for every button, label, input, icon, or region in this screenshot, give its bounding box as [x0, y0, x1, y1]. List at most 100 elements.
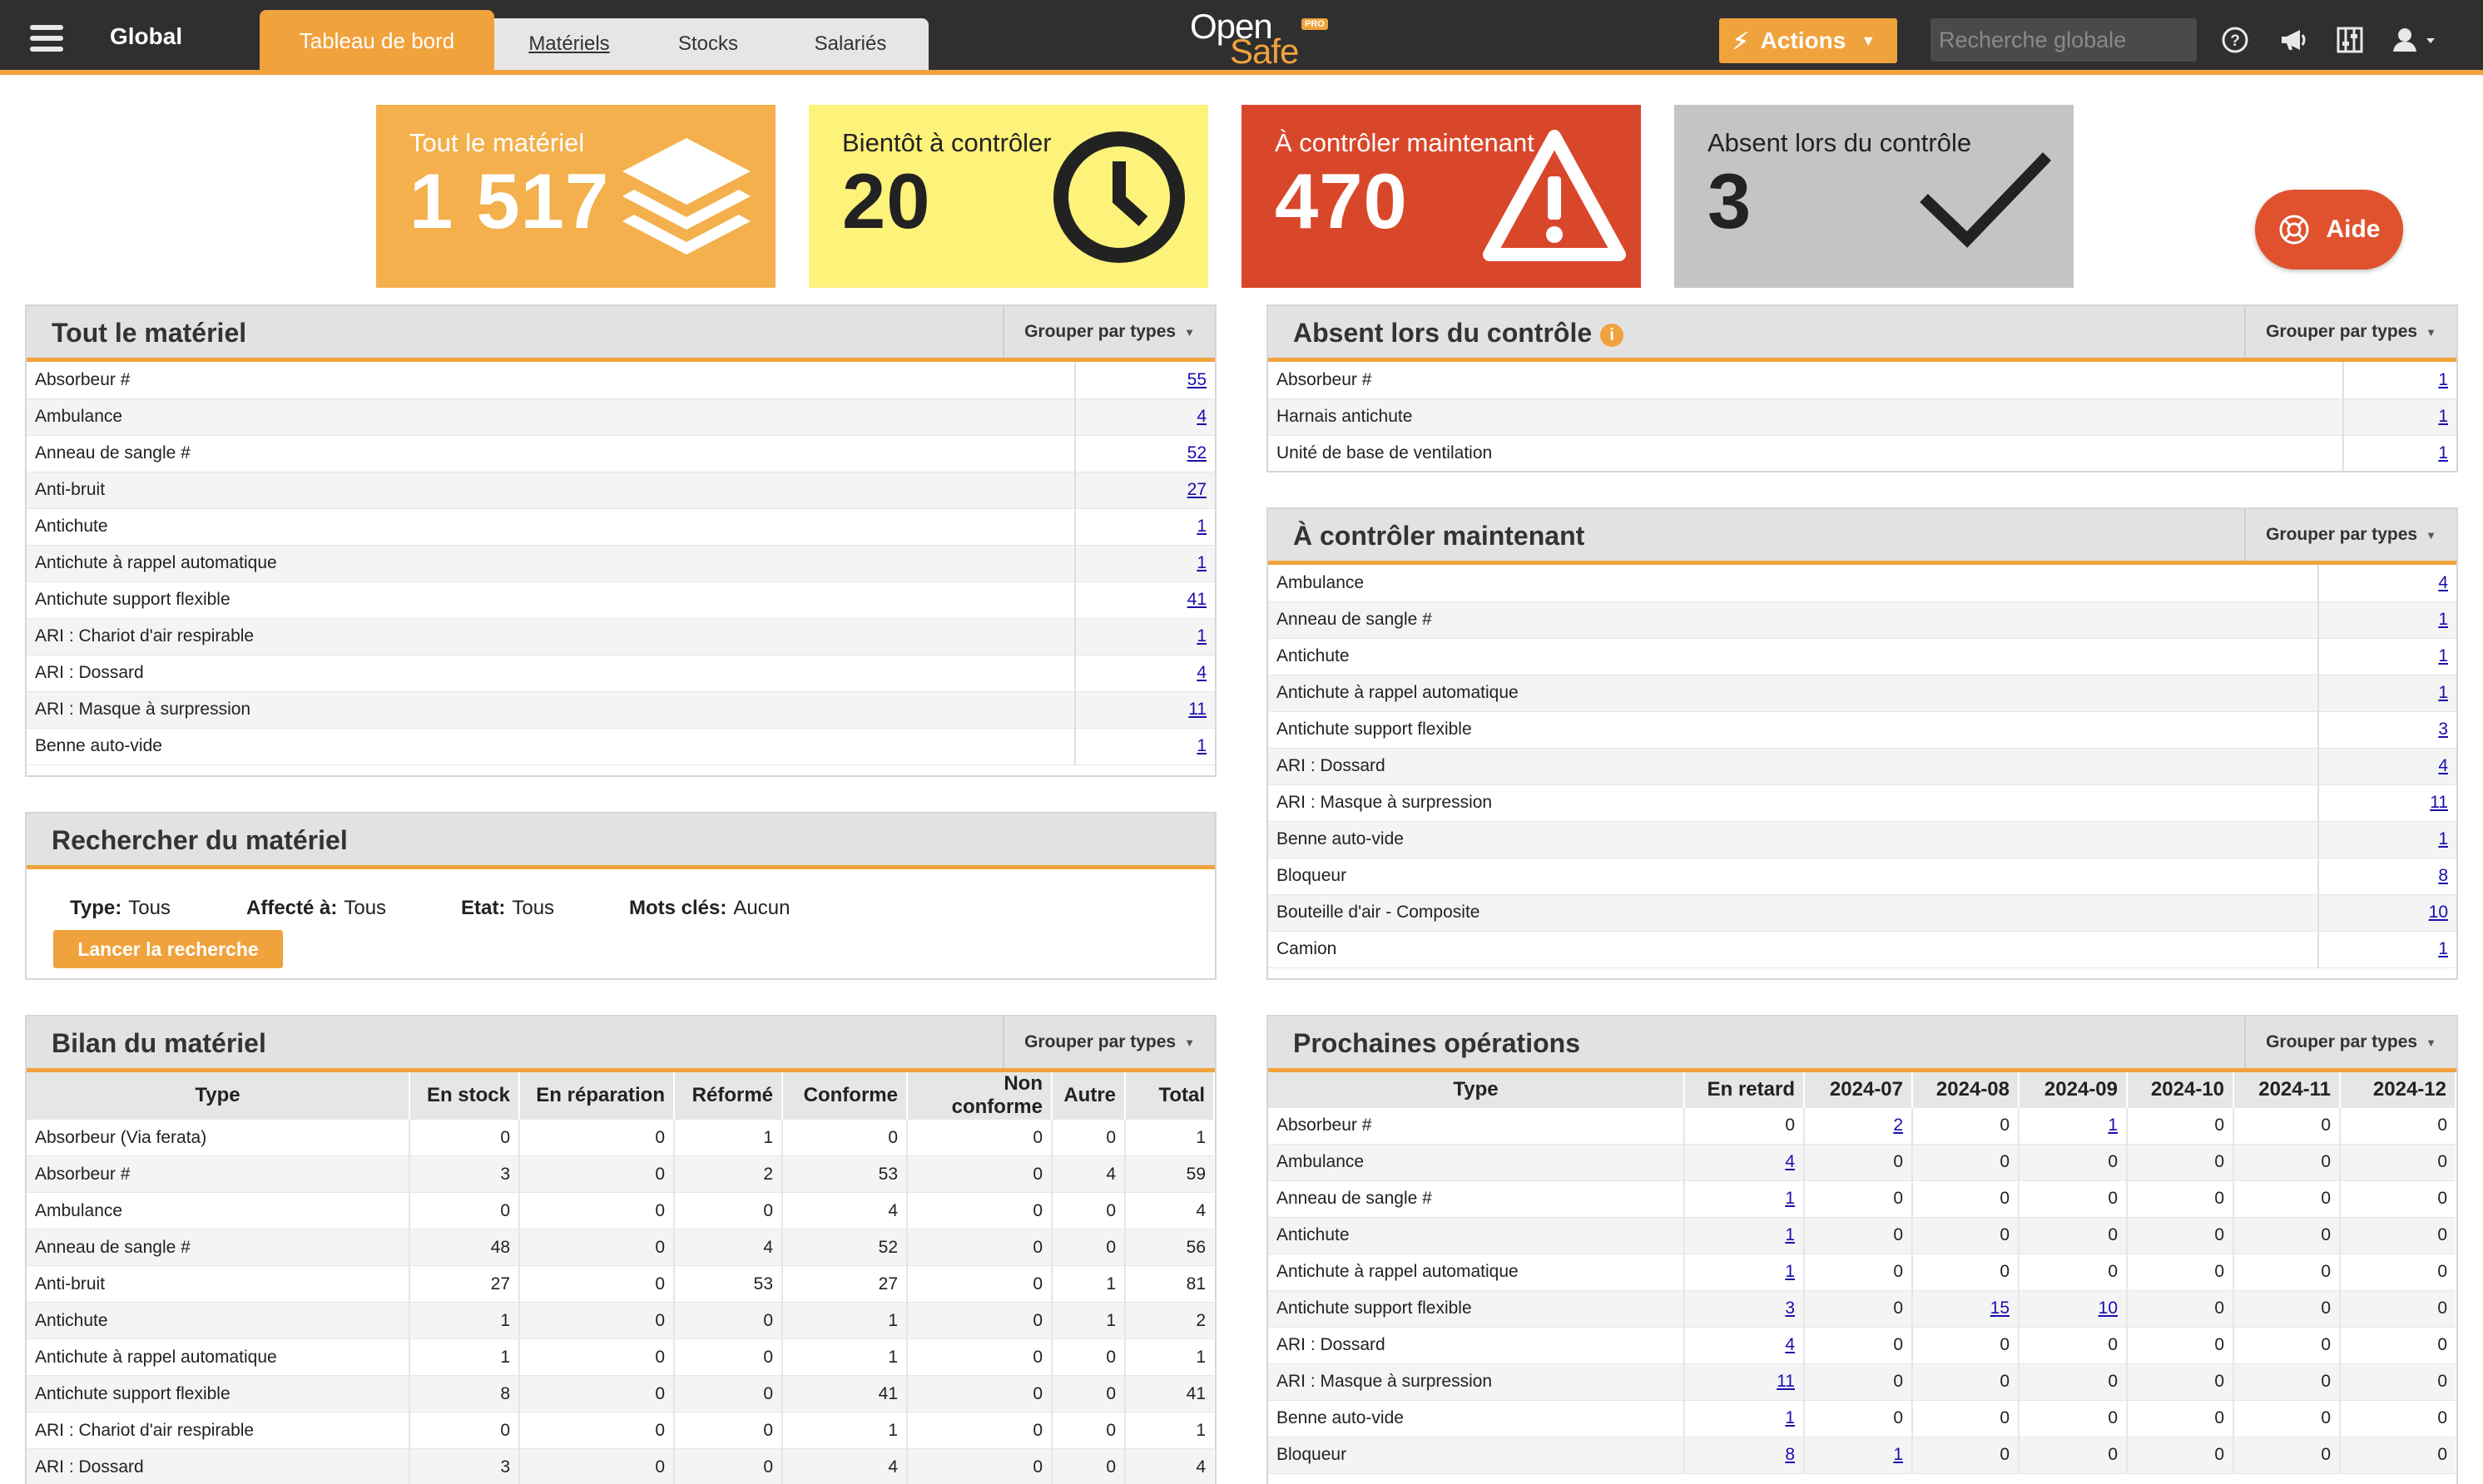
value-link[interactable]: 1 — [1893, 1445, 1903, 1464]
group-by-types-dropdown[interactable]: Grouper par types ▼ — [1003, 306, 1215, 358]
count-link[interactable]: 52 — [1187, 443, 1207, 463]
tab-dashboard[interactable]: Tableau de bord — [260, 10, 494, 72]
type-cell: ARI : Masque à surpression — [1268, 1363, 1684, 1401]
count-link[interactable]: 1 — [2438, 646, 2448, 665]
count-link[interactable]: 4 — [2438, 756, 2448, 775]
launch-search-button[interactable]: Lancer la recherche — [53, 930, 283, 968]
value-link[interactable]: 2 — [1893, 1115, 1903, 1135]
type-cell: Harnais antichute — [1268, 398, 2343, 436]
table-row: Antichute support flexible 3 — [1268, 711, 2456, 749]
table-row: Antichute 1 — [1268, 638, 2456, 675]
opensafe-logo[interactable]: Open Safe PRO — [1190, 7, 1331, 71]
value-link[interactable]: 1 — [1785, 1225, 1795, 1244]
group-by-types-dropdown[interactable]: Grouper par types ▼ — [2244, 509, 2456, 561]
global-search-input[interactable] — [1930, 18, 2197, 62]
count-cell: 1 — [2342, 398, 2456, 436]
kpi-soon-to-check[interactable]: Bientôt à contrôler 20 — [809, 105, 1208, 288]
value-cell: 0 — [2126, 1180, 2233, 1218]
value-cell: 1 — [1051, 1302, 1125, 1339]
value-link[interactable]: 3 — [1785, 1298, 1795, 1318]
value-cell: 0 — [518, 1119, 674, 1156]
column-header: 2024-07 — [1804, 1072, 1913, 1108]
count-link[interactable]: 1 — [2438, 370, 2448, 389]
count-link[interactable]: 10 — [2429, 903, 2448, 922]
group-by-types-dropdown[interactable]: Grouper par types ▼ — [1003, 1017, 1215, 1068]
criterion-type[interactable]: Type: Tous — [70, 897, 171, 920]
value-link[interactable]: 1 — [2108, 1115, 2118, 1135]
count-link[interactable]: 1 — [2438, 829, 2448, 848]
count-link[interactable]: 3 — [2438, 720, 2448, 739]
group-label: Grouper par types — [1024, 1032, 1177, 1051]
count-link[interactable]: 1 — [1197, 553, 1207, 572]
table-row: Benne auto-vide 1 0 0 0 0 0 0 — [1268, 1400, 2456, 1437]
count-link[interactable]: 11 — [2430, 793, 2448, 812]
value-link[interactable]: 11 — [1777, 1372, 1795, 1391]
kpi-check-now[interactable]: À contrôler maintenant 470 — [1242, 105, 1641, 288]
count-link[interactable]: 27 — [1187, 480, 1207, 499]
value-cell: 0 — [2233, 1107, 2340, 1145]
context-label[interactable]: Global — [110, 23, 182, 50]
count-link[interactable]: 1 — [2438, 407, 2448, 426]
value-cell: 0 — [906, 1155, 1052, 1193]
count-link[interactable]: 1 — [1197, 626, 1207, 646]
kpi-all-equipment[interactable]: Tout le matériel 1 517 — [376, 105, 776, 288]
value-link[interactable]: 15 — [1990, 1298, 2010, 1318]
count-link[interactable]: 4 — [1197, 407, 1207, 426]
panel-equipment-summary: Bilan du matériel Grouper par types ▼ Typ… — [25, 1015, 1217, 1484]
count-link[interactable]: 1 — [1197, 736, 1207, 755]
value-link[interactable]: 1 — [1785, 1189, 1795, 1208]
info-icon[interactable]: i — [1600, 323, 1624, 347]
value-link[interactable]: 4 — [1785, 1335, 1795, 1354]
panel-title: Bilan du matériel — [52, 1028, 266, 1058]
count-link[interactable]: 4 — [1197, 663, 1207, 682]
criterion-assigned[interactable]: Affecté à: Tous — [246, 897, 386, 920]
tab-equipment[interactable]: Matériels — [494, 18, 646, 70]
criterion-keywords[interactable]: Mots clés: Aucun — [629, 897, 790, 920]
help-button[interactable]: Aide — [2255, 190, 2403, 270]
value-cell: 4 — [1124, 1448, 1214, 1484]
value-cell: 0 — [1911, 1180, 2019, 1218]
count-link[interactable]: 1 — [2438, 610, 2448, 629]
count-link[interactable]: 8 — [2438, 866, 2448, 885]
value-cell: 0 — [2126, 1107, 2233, 1145]
actions-button[interactable]: ⚡︎ Actions ▼ — [1719, 18, 1897, 63]
value-link[interactable]: 4 — [1785, 1152, 1795, 1171]
value-link[interactable]: 1 — [1785, 1262, 1795, 1281]
type-cell: Bloqueur — [1268, 1437, 1684, 1474]
caret-down-icon: ▼ — [2426, 325, 2436, 339]
count-link[interactable]: 41 — [1187, 590, 1207, 609]
table-row: ARI : Dossard 4 — [27, 655, 1215, 692]
user-menu-icon[interactable] — [2390, 23, 2443, 57]
count-link[interactable]: 1 — [2438, 443, 2448, 463]
count-link[interactable]: 4 — [2438, 573, 2448, 592]
table-header-row: Type En retard 2024-07 2024-08 2024-09 2… — [1268, 1072, 2456, 1108]
count-link[interactable]: 1 — [1197, 517, 1207, 536]
value-cell: 0 — [906, 1265, 1052, 1303]
criterion-state[interactable]: Etat: Tous — [461, 897, 554, 920]
tab-stocks[interactable]: Stocks — [644, 18, 774, 70]
kpi-absent[interactable]: Absent lors du contrôle 3 — [1674, 105, 2074, 288]
value-link[interactable]: 1 — [1785, 1408, 1795, 1427]
value-cell: 0 — [906, 1192, 1052, 1229]
help-icon[interactable]: ? — [2218, 23, 2252, 57]
type-cell: ARI : Dossard — [1268, 748, 2318, 785]
menu-icon[interactable] — [30, 25, 63, 52]
count-link[interactable]: 11 — [1188, 700, 1207, 719]
count-link[interactable]: 55 — [1187, 370, 1207, 389]
value-cell: 0 — [2018, 1180, 2127, 1218]
panel-title: À contrôler maintenant — [1293, 521, 1585, 551]
value-cell: 0 — [1911, 1217, 2019, 1254]
count-link[interactable]: 1 — [2438, 683, 2448, 702]
table-row: ARI : Chariot d'air respirable 1 — [27, 618, 1215, 655]
group-by-types-dropdown[interactable]: Grouper par types ▼ — [2244, 306, 2456, 358]
megaphone-icon[interactable] — [2277, 23, 2310, 57]
value-cell: 0 — [673, 1338, 782, 1376]
group-by-types-dropdown[interactable]: Grouper par types ▼ — [2244, 1017, 2456, 1068]
value-link[interactable]: 8 — [1785, 1445, 1795, 1464]
tab-employees[interactable]: Salariés — [772, 18, 929, 70]
count-link[interactable]: 1 — [2438, 939, 2448, 958]
grid-settings-icon[interactable] — [2333, 23, 2367, 57]
type-cell: Antichute — [27, 508, 1075, 546]
criterion-label: Type: — [70, 897, 122, 919]
value-link[interactable]: 10 — [2099, 1298, 2118, 1318]
